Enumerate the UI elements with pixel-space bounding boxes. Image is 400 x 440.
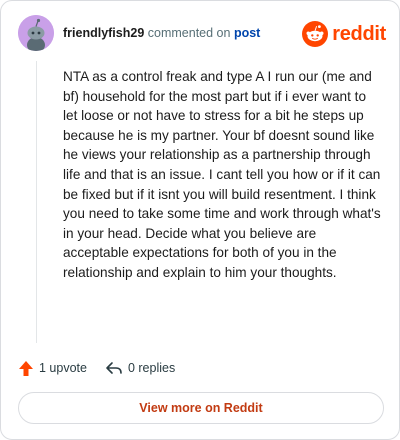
upvote-button[interactable]: 1 upvote bbox=[18, 360, 87, 377]
reddit-comment-embed: friendlyfish29 commented on post reddit … bbox=[0, 0, 400, 440]
reply-arrow-icon bbox=[106, 362, 122, 374]
comment-meta: friendlyfish29 commented on post bbox=[63, 26, 260, 40]
snoo-avatar-icon[interactable] bbox=[18, 15, 54, 51]
reddit-wordmark: reddit bbox=[332, 22, 386, 45]
upvote-arrow-icon bbox=[19, 360, 33, 376]
reddit-logo[interactable]: reddit bbox=[302, 19, 386, 49]
commented-on-text: commented on bbox=[147, 26, 231, 40]
reply-count: 0 replies bbox=[127, 361, 176, 375]
post-link[interactable]: post bbox=[234, 26, 260, 40]
thread-line bbox=[36, 61, 37, 343]
reply-button[interactable]: 0 replies bbox=[105, 360, 175, 376]
view-more-on-reddit-button[interactable]: View more on Reddit bbox=[18, 392, 384, 424]
reddit-snoo-icon bbox=[302, 21, 329, 47]
username[interactable]: friendlyfish29 bbox=[63, 26, 144, 40]
comment-body: NTA as a control freak and type A I run … bbox=[63, 69, 381, 280]
comment-header: friendlyfish29 commented on post reddit bbox=[18, 15, 386, 53]
comment-actions: 1 upvote 0 replies bbox=[18, 357, 193, 379]
upvote-count: 1 upvote bbox=[39, 361, 87, 375]
